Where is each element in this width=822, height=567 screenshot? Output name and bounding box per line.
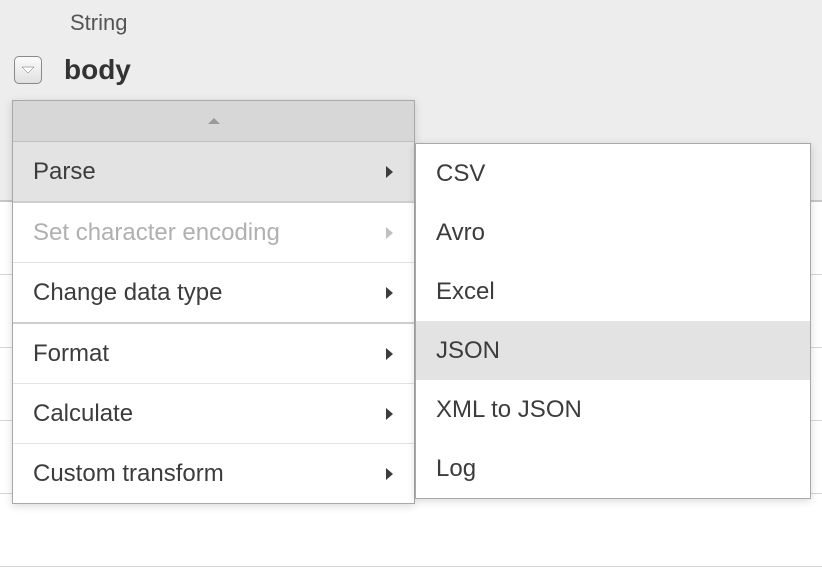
submenu-item-label: Log xyxy=(436,455,476,483)
submenu-item-csv[interactable]: CSV xyxy=(416,144,810,203)
column-type-label: String xyxy=(70,10,822,36)
submenu-item-json[interactable]: JSON xyxy=(416,321,810,380)
chevron-up-icon xyxy=(206,116,222,126)
menu-item-change-data-type[interactable]: Change data type xyxy=(13,263,414,322)
submenu-arrow-icon xyxy=(384,158,394,186)
menu-item-format[interactable]: Format xyxy=(13,324,414,383)
column-header: String body xyxy=(0,0,822,86)
submenu-arrow-icon xyxy=(384,460,394,488)
column-name: body xyxy=(64,54,131,86)
menu-item-custom-transform[interactable]: Custom transform xyxy=(13,444,414,503)
menu-item-label: Custom transform xyxy=(33,460,224,488)
column-context-menu: Parse Set character encoding Change data… xyxy=(12,100,415,504)
submenu-arrow-icon xyxy=(384,279,394,307)
submenu-item-label: Avro xyxy=(436,219,485,247)
submenu-arrow-icon xyxy=(384,340,394,368)
submenu-arrow-icon xyxy=(384,400,394,428)
submenu-item-xml-to-json[interactable]: XML to JSON xyxy=(416,380,810,439)
menu-item-set-character-encoding: Set character encoding xyxy=(13,203,414,262)
menu-item-label: Calculate xyxy=(33,400,133,428)
menu-item-label: Set character encoding xyxy=(33,219,280,247)
menu-item-parse[interactable]: Parse xyxy=(13,142,414,201)
menu-item-calculate[interactable]: Calculate xyxy=(13,384,414,443)
menu-collapse-row[interactable] xyxy=(13,101,414,142)
submenu-item-label: JSON xyxy=(436,337,500,365)
menu-item-label: Format xyxy=(33,340,109,368)
menu-item-label: Change data type xyxy=(33,279,222,307)
submenu-item-log[interactable]: Log xyxy=(416,439,810,498)
submenu-item-label: CSV xyxy=(436,160,485,188)
submenu-item-excel[interactable]: Excel xyxy=(416,262,810,321)
menu-item-label: Parse xyxy=(33,158,96,186)
column-menu-toggle[interactable] xyxy=(14,56,42,84)
submenu-item-avro[interactable]: Avro xyxy=(416,203,810,262)
submenu-item-label: XML to JSON xyxy=(436,396,582,424)
parse-submenu: CSV Avro Excel JSON XML to JSON Log xyxy=(415,143,811,499)
chevron-down-icon xyxy=(21,65,35,75)
submenu-arrow-icon xyxy=(384,219,394,247)
submenu-item-label: Excel xyxy=(436,278,495,306)
